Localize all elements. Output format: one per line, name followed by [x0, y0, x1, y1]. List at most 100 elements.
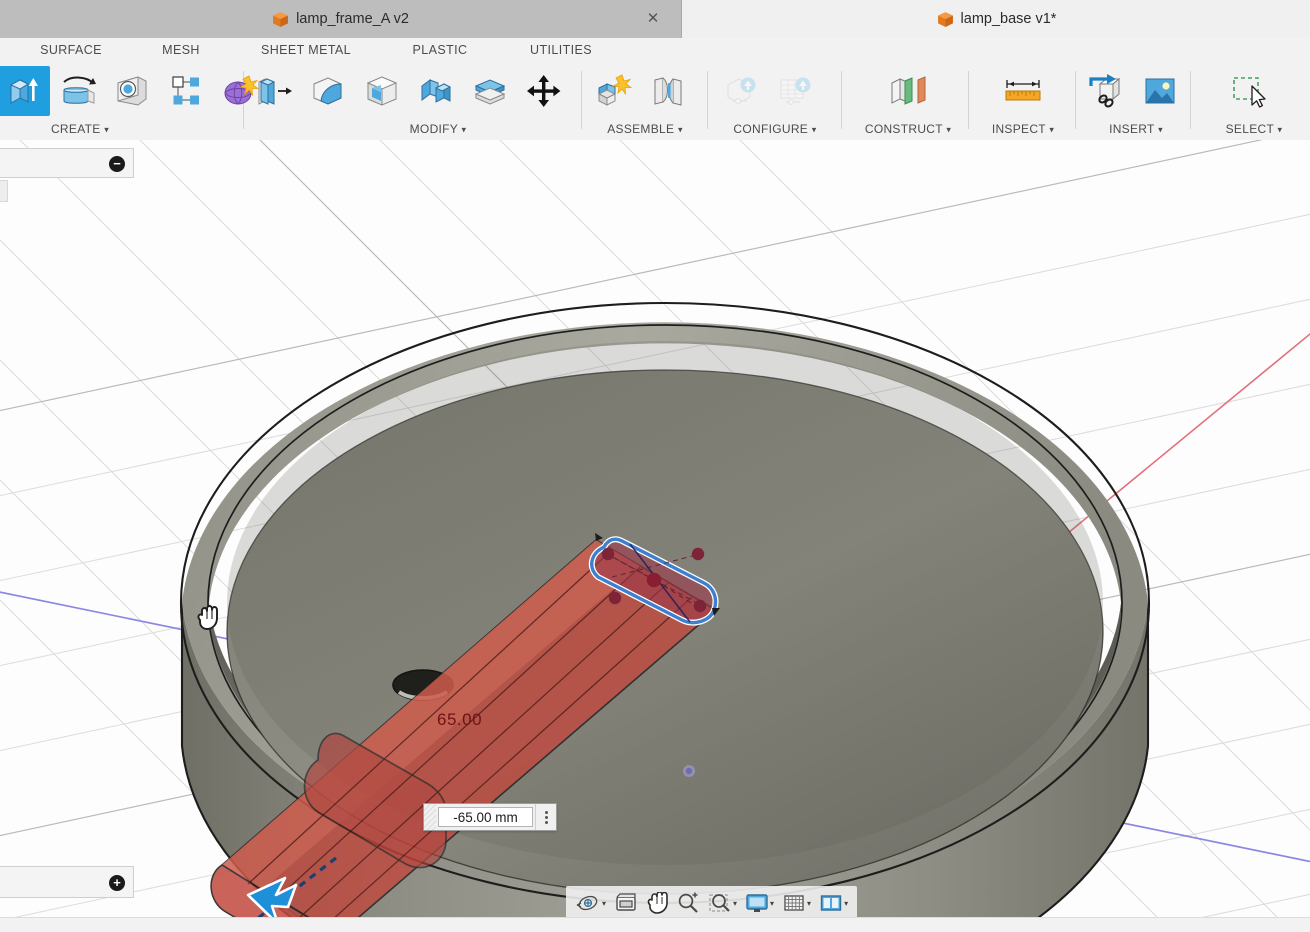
browser-panel-header[interactable]: −: [0, 148, 134, 178]
pattern-button[interactable]: [160, 66, 212, 116]
dot: [544, 820, 548, 824]
offset-plane-button[interactable]: [882, 66, 934, 116]
draft-icon: [421, 79, 452, 103]
measure-button[interactable]: [997, 66, 1049, 116]
insert-derive-button[interactable]: [1080, 66, 1132, 116]
chevron-down-icon: ▾: [946, 124, 952, 135]
revolve-button[interactable]: [52, 66, 104, 116]
ribbon-panel-create: CREATE ▾: [0, 63, 259, 140]
chevron-down-icon: ▾: [602, 898, 607, 908]
ribbon-panel-configure: CONFIGURE ▾: [712, 63, 838, 140]
ribbon-tab-mesh[interactable]: MESH: [140, 38, 222, 63]
ribbon-panel-insert: INSERT ▾: [1080, 63, 1192, 140]
timeline-panel[interactable]: +: [0, 866, 134, 898]
display-settings-icon: [746, 894, 768, 912]
chevron-down-icon: ▾: [770, 898, 775, 908]
sweep-button[interactable]: [106, 66, 158, 116]
ribbon-tab-sheet-metal[interactable]: SHEET METAL: [240, 38, 372, 63]
browser-panel-stub[interactable]: [0, 180, 8, 202]
ribbon-tab-surface[interactable]: SURFACE: [20, 38, 122, 63]
select-panel-label[interactable]: SELECT ▾: [1198, 122, 1310, 136]
fillet-button[interactable]: [302, 66, 354, 116]
display-settings-button[interactable]: ▾: [742, 890, 777, 916]
zoom-icon: [678, 892, 698, 913]
ribbon-panel-modify: MODIFY ▾: [248, 63, 580, 140]
extrude-distance-input-group[interactable]: -65.00 mm: [423, 803, 557, 831]
origin-point-marker[interactable]: [683, 765, 695, 777]
configuration-table-button[interactable]: [770, 66, 822, 116]
fusion-window: lamp_frame_A v2 ✕ lamp_base v1* SURFACE …: [0, 0, 1310, 932]
insert-panel-label[interactable]: INSERT ▾: [1080, 122, 1192, 136]
status-bar: [0, 917, 1310, 932]
chevron-down-icon: ▾: [811, 124, 817, 135]
document-tab-label: lamp_base v1*: [960, 11, 1057, 27]
panel-divider: [1075, 71, 1076, 129]
shell-icon: [366, 76, 398, 106]
extrude-distance-input[interactable]: -65.00 mm: [438, 807, 533, 827]
split-face-button[interactable]: [464, 66, 516, 116]
viewports-icon: [820, 895, 842, 911]
new-component-button[interactable]: [588, 66, 640, 116]
ribbon-panel-select: SELECT ▾: [1198, 63, 1310, 140]
cube-icon: [937, 11, 953, 27]
ribbon-tab-plastic[interactable]: PLASTIC: [392, 38, 488, 63]
draft-button[interactable]: [410, 66, 462, 116]
select-window-button[interactable]: [1222, 66, 1274, 116]
move-copy-icon: [527, 75, 561, 107]
inspect-panel-label[interactable]: INSPECT ▾: [973, 122, 1073, 136]
revolve-icon: [63, 76, 96, 104]
insert-derive-icon: [1089, 74, 1121, 108]
pan-button[interactable]: [643, 890, 671, 916]
ribbon-tab-strip: SURFACE MESH SHEET METAL PLASTIC UTILITI…: [0, 38, 1310, 63]
drag-grip-icon[interactable]: [424, 804, 436, 830]
timeline-add-button[interactable]: +: [109, 875, 125, 891]
look-at-icon: [616, 893, 636, 911]
view-navigation-bar: ▾ ▾ ▾ ▾ ▾: [566, 886, 858, 920]
sweep-icon: [117, 76, 147, 106]
zoom-window-button[interactable]: ▾: [705, 890, 740, 916]
grid-snaps-button[interactable]: ▾: [779, 890, 814, 916]
joint-button[interactable]: [642, 66, 694, 116]
insert-canvas-icon: [1145, 78, 1175, 104]
ribbon-panel-construct: CONSTRUCT ▾: [846, 63, 970, 140]
extrude-button[interactable]: [0, 66, 50, 116]
chevron-down-icon: ▾: [461, 124, 467, 135]
look-at-button[interactable]: [611, 890, 641, 916]
chevron-down-icon: ▾: [733, 898, 738, 908]
configure-panel-label[interactable]: CONFIGURE ▾: [712, 122, 838, 136]
zoom-window-icon: [709, 894, 730, 912]
assemble-panel-label[interactable]: ASSEMBLE ▾: [586, 122, 704, 136]
zoom-button[interactable]: [673, 890, 703, 916]
cube-icon: [273, 11, 289, 27]
browser-collapse-button[interactable]: −: [109, 156, 125, 172]
viewport-canvas[interactable]: 65.00 − +: [0, 140, 1310, 932]
move-copy-button[interactable]: [518, 66, 570, 116]
chevron-down-icon: ▾: [104, 124, 110, 135]
chevron-down-icon: ▾: [1277, 124, 1283, 135]
insert-canvas-button[interactable]: [1134, 66, 1186, 116]
chevron-down-icon: ▾: [1049, 124, 1055, 135]
create-panel-label[interactable]: CREATE ▾: [0, 122, 160, 136]
press-pull-button[interactable]: [248, 66, 300, 116]
measure-icon: [1005, 80, 1041, 101]
new-component-icon: [597, 74, 633, 106]
modify-panel-label[interactable]: MODIFY ▾: [348, 122, 528, 136]
hand-cursor: [197, 605, 218, 630]
orbit-button[interactable]: ▾: [572, 890, 609, 916]
configuration-button[interactable]: [716, 66, 768, 116]
split-face-icon: [474, 79, 506, 105]
input-options-button[interactable]: [535, 804, 556, 830]
joint-icon: [654, 77, 682, 106]
construct-panel-label[interactable]: CONSTRUCT ▾: [846, 122, 970, 136]
ribbon-panel-inspect: INSPECT ▾: [973, 63, 1073, 140]
viewports-button[interactable]: ▾: [816, 890, 851, 916]
document-tab-lamp-base[interactable]: lamp_base v1*: [683, 0, 1310, 38]
ribbon-tab-utilities[interactable]: UTILITIES: [508, 38, 614, 63]
dot: [544, 815, 548, 819]
offset-plane-icon: [891, 76, 926, 105]
chevron-down-icon: ▾: [1158, 124, 1163, 135]
shell-button[interactable]: [356, 66, 408, 116]
select-window-icon: [1233, 77, 1266, 108]
close-icon[interactable]: ✕: [645, 11, 661, 27]
document-tab-lamp-frame[interactable]: lamp_frame_A v2 ✕: [0, 0, 682, 38]
